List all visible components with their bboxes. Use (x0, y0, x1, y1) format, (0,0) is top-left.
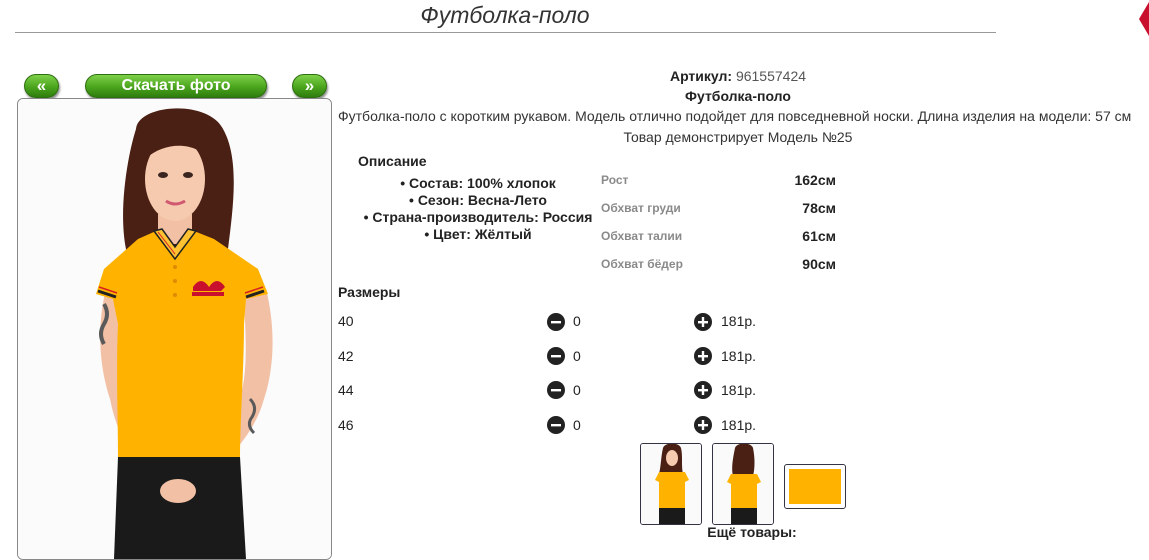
prev-photo-button[interactable]: « (24, 74, 59, 98)
measurement-value: 90см (802, 256, 836, 272)
details-item: • Цвет: Жёлтый (424, 226, 532, 242)
measurement-value: 78см (802, 200, 836, 216)
thumbnail-front[interactable] (640, 443, 702, 525)
size-price: 181р. (721, 313, 757, 329)
sizes-heading: Размеры (338, 284, 401, 300)
product-description: Футболка-поло с коротким рукавом. Модель… (338, 108, 1132, 124)
minus-icon[interactable] (547, 416, 565, 434)
size-label: 46 (338, 417, 354, 433)
details-heading: Описание (358, 153, 427, 169)
measurement-label: Обхват груди (601, 201, 681, 215)
size-quantity[interactable]: 0 (573, 348, 581, 364)
details-item: • Состав: 100% хлопок (400, 175, 556, 191)
minus-icon[interactable] (547, 381, 565, 399)
thumbnail-back-image (713, 444, 773, 524)
measurement-label: Обхват талии (601, 229, 683, 243)
size-price: 181р. (721, 382, 757, 398)
size-label: 44 (338, 382, 354, 398)
plus-icon[interactable] (694, 313, 712, 331)
main-product-photo[interactable] (17, 98, 332, 560)
model-photo-illustration (18, 99, 331, 559)
minus-icon[interactable] (547, 313, 565, 331)
title-divider (15, 32, 996, 33)
size-quantity[interactable]: 0 (573, 382, 581, 398)
download-photo-button[interactable]: Скачать фото (85, 74, 267, 98)
details-item: • Страна-производитель: Россия (363, 209, 593, 225)
article-line: Артикул: 961557424 (338, 68, 1138, 84)
size-quantity[interactable]: 0 (573, 313, 581, 329)
measurement-value: 61см (802, 228, 836, 244)
plus-icon[interactable] (694, 416, 712, 434)
model-note: Товар демонстрирует Модель №25 (623, 129, 853, 145)
measurement-label: Обхват бёдер (601, 257, 683, 271)
more-products-heading: Ещё товары: (707, 524, 797, 540)
product-name: Футболка-поло (685, 88, 791, 104)
minus-icon[interactable] (547, 347, 565, 365)
size-price: 181р. (721, 348, 757, 364)
color-swatch (789, 469, 841, 504)
thumbnail-front-image (641, 444, 701, 524)
details-list: • Состав: 100% хлопок • Сезон: Весна-Лет… (338, 175, 618, 243)
plus-icon[interactable] (694, 381, 712, 399)
measurement-value: 162см (794, 172, 836, 188)
article-value: 961557424 (735, 68, 807, 84)
measurement-label: Рост (601, 173, 629, 187)
size-quantity[interactable]: 0 (573, 417, 581, 433)
page-title: Футболка-поло (420, 2, 590, 28)
thumbnail-back[interactable] (712, 443, 774, 525)
plus-icon[interactable] (694, 347, 712, 365)
close-icon[interactable] (1139, 2, 1149, 36)
size-price: 181р. (721, 417, 757, 433)
details-item: • Сезон: Весна-Лето (409, 192, 547, 208)
size-label: 40 (338, 313, 354, 329)
thumbnail-color-swatch[interactable] (784, 464, 846, 509)
article-label: Артикул: (669, 68, 733, 84)
next-photo-button[interactable]: » (292, 74, 327, 98)
size-label: 42 (338, 348, 354, 364)
